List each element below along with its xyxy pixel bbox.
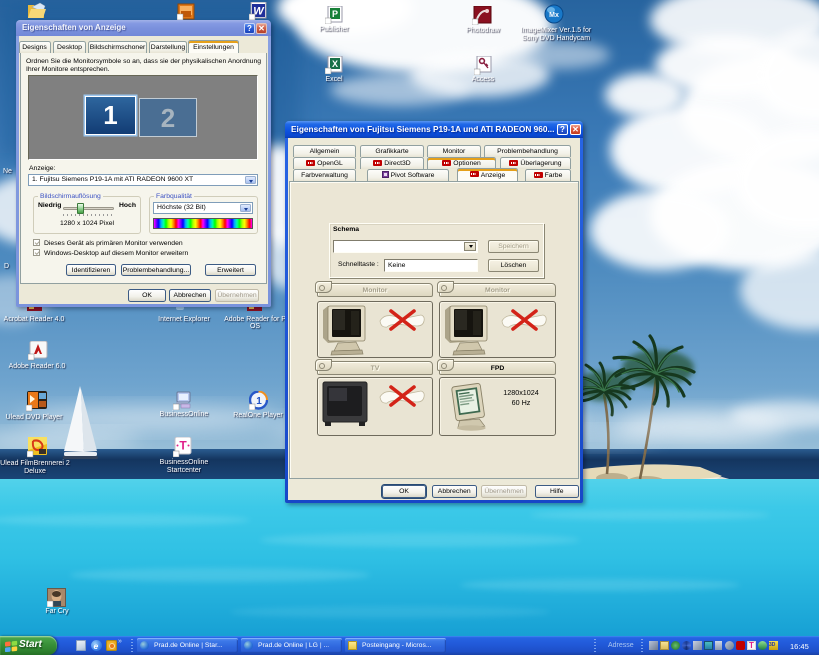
svg-text:X: X (332, 59, 338, 69)
svg-text:P: P (332, 9, 338, 19)
svg-text:Mx: Mx (549, 12, 559, 19)
svg-text:T: T (179, 439, 187, 453)
svg-text:1: 1 (256, 396, 262, 407)
